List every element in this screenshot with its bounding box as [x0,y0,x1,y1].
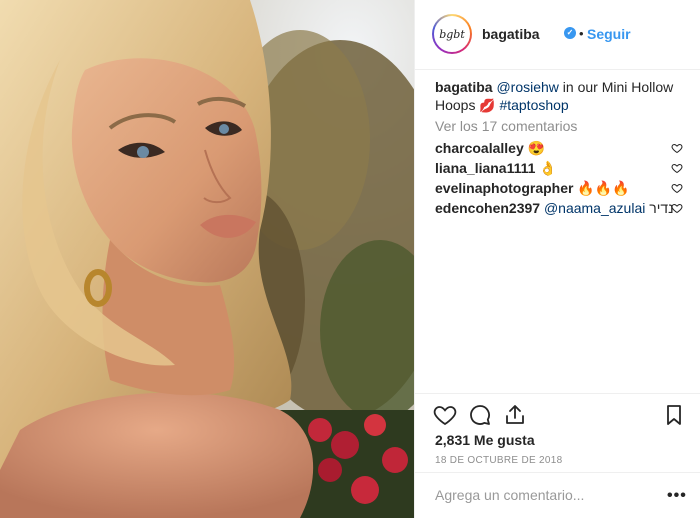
post-date: 18 DE OCTUBRE DE 2018 [435,455,563,466]
comment-bubble-icon[interactable] [468,403,492,427]
comment-text: 👌 [539,160,557,176]
avatar[interactable]: bgbt [432,14,472,54]
post-actions-bar [415,393,700,434]
comment-username[interactable]: evelinaphotographer [435,180,573,196]
post-header: bgbt bagatiba ✓ • Seguir [415,0,700,70]
post-caption: bagatiba @rosiehw in our Mini Hollow Hoo… [435,78,685,115]
follow-button[interactable]: Seguir [587,26,631,42]
comment-like-heart-icon[interactable] [671,182,683,194]
comment-item: charcoalalley 😍 [435,140,685,157]
post-photo[interactable] [0,0,414,518]
comment-username[interactable]: liana_liana1111 [435,160,535,176]
view-all-comments-link[interactable]: Ver los 17 comentarios [435,118,577,134]
post-sidebar: bgbt bagatiba ✓ • Seguir bagatiba @rosie… [414,0,700,518]
comment-text: 🔥🔥🔥 [577,180,630,196]
add-comment-bar: ••• [415,472,700,519]
verified-badge-icon: ✓ [564,27,576,39]
caption-mention[interactable]: @rosiehw [496,79,558,95]
comment-like-heart-icon[interactable] [671,202,683,214]
separator-dot: • [579,26,584,41]
comment-text: 😍 [527,140,546,156]
comment-username[interactable]: edencohen2397 [435,200,540,216]
signature-avatar-icon: bgbt [434,16,470,52]
instagram-post: bgbt bagatiba ✓ • Seguir bagatiba @rosie… [0,0,700,518]
caption-emoji: 💋 [479,98,496,113]
comment-item: evelinaphotographer 🔥🔥🔥 [435,180,685,197]
caption-username[interactable]: bagatiba [435,79,493,95]
portrait-image [0,0,414,518]
add-comment-input[interactable] [435,487,655,503]
caption-hashtag[interactable]: #taptoshop [499,97,568,113]
comment-item: edencohen2397 @naama_azulai נדיר [435,200,685,216]
comment-like-heart-icon[interactable] [671,162,683,174]
comment-username[interactable]: charcoalalley [435,140,524,156]
comment-mention[interactable]: @naama_azulai [544,200,645,216]
likes-count[interactable]: 2,831 Me gusta [435,432,535,448]
more-options-button[interactable]: ••• [667,487,687,505]
comment-like-heart-icon[interactable] [671,142,683,154]
comment-item: liana_liana1111 👌 [435,160,685,177]
bookmark-save-icon[interactable] [662,403,686,427]
comment-text: נדיר [649,200,674,216]
like-heart-icon[interactable] [433,403,457,427]
share-upload-icon[interactable] [503,403,527,427]
header-username[interactable]: bagatiba [482,26,540,42]
avatar-signature: bgbt [439,27,465,41]
